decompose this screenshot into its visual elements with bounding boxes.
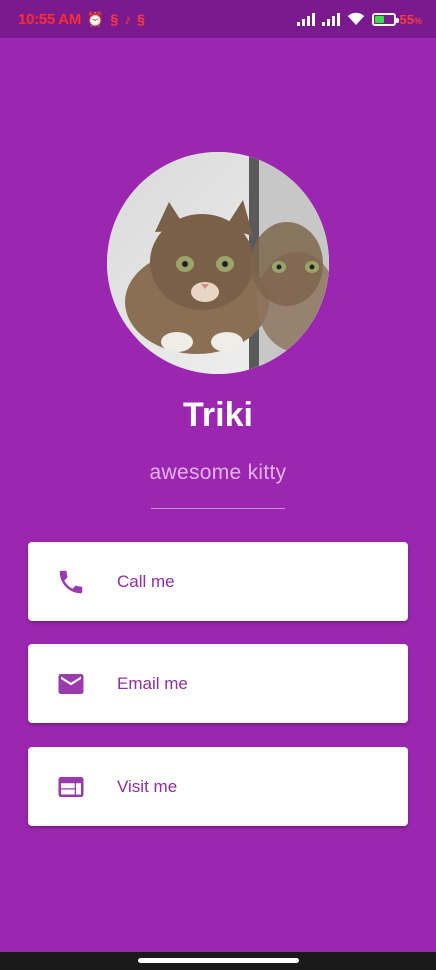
status-bar-left: 10:55 AM ⏰ § ♪ § <box>18 11 145 28</box>
profile-subtitle: awesome kitty <box>149 461 287 484</box>
signal-icon <box>321 12 340 26</box>
battery-suffix: % <box>413 15 422 26</box>
avatar <box>107 152 329 374</box>
status-bar-right: 55% <box>296 11 422 27</box>
signal-icon <box>296 12 315 26</box>
battery-charging-icon: 55% <box>371 11 422 27</box>
visit-me-card[interactable]: Visit me <box>28 747 408 826</box>
email-icon <box>56 669 86 699</box>
profile-name: Triki <box>183 396 253 434</box>
status-time: 10:55 AM <box>18 10 81 28</box>
notification-icon: § <box>137 11 145 27</box>
email-me-card[interactable]: Email me <box>28 644 408 723</box>
call-me-card[interactable]: Call me <box>28 542 408 621</box>
notification-icon: § <box>110 11 119 27</box>
call-me-label: Call me <box>117 571 175 591</box>
web-icon <box>56 772 86 802</box>
home-gesture-bar[interactable] <box>138 958 299 963</box>
phone-icon <box>56 567 86 597</box>
wifi-icon <box>347 12 364 25</box>
email-me-label: Email me <box>117 673 188 693</box>
battery-percent: 55 <box>399 11 414 27</box>
divider <box>151 508 285 509</box>
status-bar: 10:55 AM ⏰ § ♪ § 55% <box>0 0 436 38</box>
alarm-icon: ⏰ <box>86 11 105 27</box>
kitten-photo <box>107 152 329 374</box>
tiktok-icon: ♪ <box>124 11 132 27</box>
visit-me-label: Visit me <box>117 776 178 796</box>
